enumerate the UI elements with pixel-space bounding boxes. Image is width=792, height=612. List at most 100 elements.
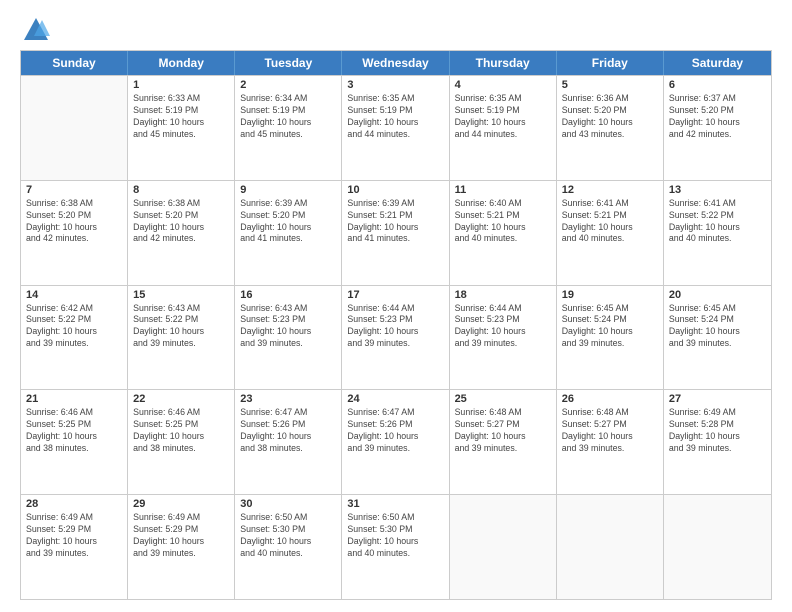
daylight-text: Daylight: 10 hours (455, 222, 526, 232)
sunset-text: Sunset: 5:23 PM (240, 314, 305, 324)
page: SundayMondayTuesdayWednesdayThursdayFrid… (0, 0, 792, 612)
daylight-text: Daylight: 10 hours (26, 536, 97, 546)
cell-info: Sunrise: 6:40 AMSunset: 5:21 PMDaylight:… (455, 198, 551, 246)
sunrise-text: Sunrise: 6:38 AM (133, 198, 200, 208)
sunset-text: Sunset: 5:29 PM (26, 524, 91, 534)
daylight-text: Daylight: 10 hours (133, 326, 204, 336)
calendar-cell: 24Sunrise: 6:47 AMSunset: 5:26 PMDayligh… (342, 390, 449, 494)
header-day-wednesday: Wednesday (342, 51, 449, 75)
sunset-text: Sunset: 5:29 PM (133, 524, 198, 534)
calendar-header: SundayMondayTuesdayWednesdayThursdayFrid… (21, 51, 771, 75)
day-number: 19 (562, 289, 658, 301)
header (20, 16, 772, 40)
sunset-text: Sunset: 5:19 PM (240, 105, 305, 115)
sunset-text: Sunset: 5:28 PM (669, 419, 734, 429)
cell-info: Sunrise: 6:49 AMSunset: 5:28 PMDaylight:… (669, 407, 766, 455)
calendar-cell: 13Sunrise: 6:41 AMSunset: 5:22 PMDayligh… (664, 181, 771, 285)
sunset-text: Sunset: 5:20 PM (240, 210, 305, 220)
sunset-text: Sunset: 5:23 PM (347, 314, 412, 324)
daylight-text: Daylight: 10 hours (347, 117, 418, 127)
sunset-text: Sunset: 5:21 PM (562, 210, 627, 220)
daylight-text-2: and 44 minutes. (455, 129, 518, 139)
daylight-text: Daylight: 10 hours (562, 326, 633, 336)
daylight-text-2: and 41 minutes. (347, 233, 410, 243)
daylight-text: Daylight: 10 hours (669, 117, 740, 127)
daylight-text: Daylight: 10 hours (26, 222, 97, 232)
sunset-text: Sunset: 5:22 PM (26, 314, 91, 324)
daylight-text: Daylight: 10 hours (240, 536, 311, 546)
calendar-cell: 15Sunrise: 6:43 AMSunset: 5:22 PMDayligh… (128, 286, 235, 390)
daylight-text: Daylight: 10 hours (347, 536, 418, 546)
sunset-text: Sunset: 5:27 PM (562, 419, 627, 429)
daylight-text: Daylight: 10 hours (133, 117, 204, 127)
calendar-cell: 22Sunrise: 6:46 AMSunset: 5:25 PMDayligh… (128, 390, 235, 494)
daylight-text: Daylight: 10 hours (455, 326, 526, 336)
day-number: 17 (347, 289, 443, 301)
daylight-text: Daylight: 10 hours (562, 222, 633, 232)
calendar-cell: 9Sunrise: 6:39 AMSunset: 5:20 PMDaylight… (235, 181, 342, 285)
header-day-monday: Monday (128, 51, 235, 75)
calendar-cell (557, 495, 664, 599)
sunset-text: Sunset: 5:19 PM (133, 105, 198, 115)
sunrise-text: Sunrise: 6:34 AM (240, 93, 307, 103)
day-number: 29 (133, 498, 229, 510)
sunrise-text: Sunrise: 6:41 AM (562, 198, 629, 208)
daylight-text-2: and 39 minutes. (455, 443, 518, 453)
sunset-text: Sunset: 5:30 PM (240, 524, 305, 534)
sunrise-text: Sunrise: 6:50 AM (240, 512, 307, 522)
calendar-cell: 31 Sunrise: 6:50 AMSunset: 5:30 PMDayligh… (342, 495, 449, 599)
day-number: 28 (26, 498, 122, 510)
calendar-cell: 30Sunrise: 6:50 AMSunset: 5:30 PMDayligh… (235, 495, 342, 599)
calendar-cell: 10Sunrise: 6:39 AMSunset: 5:21 PMDayligh… (342, 181, 449, 285)
sunrise-text: Sunrise: 6:47 AM (240, 407, 307, 417)
day-number: 14 (26, 289, 122, 301)
daylight-text: Daylight: 10 hours (240, 222, 311, 232)
day-number: 2 (240, 79, 336, 91)
day-number: 22 (133, 393, 229, 405)
cell-info: Sunrise: 6:34 AMSunset: 5:19 PMDaylight:… (240, 93, 336, 141)
day-number: 5 (562, 79, 658, 91)
sunrise-text: Sunrise: 6:48 AM (562, 407, 629, 417)
daylight-text: Daylight: 10 hours (347, 222, 418, 232)
day-number: 8 (133, 184, 229, 196)
sunrise-text: Sunrise: 6:45 AM (669, 303, 736, 313)
calendar-cell: 23Sunrise: 6:47 AMSunset: 5:26 PMDayligh… (235, 390, 342, 494)
cell-info: Sunrise: 6:50 AMSunset: 5:30 PMDaylight:… (347, 512, 443, 560)
daylight-text: Daylight: 10 hours (669, 326, 740, 336)
sunrise-text: Sunrise: 6:49 AM (669, 407, 736, 417)
sunrise-text: Sunrise: 6:44 AM (455, 303, 522, 313)
sunrise-text: Sunrise: 6:38 AM (26, 198, 93, 208)
sunrise-text: Sunrise: 6:42 AM (26, 303, 93, 313)
sunrise-text: Sunrise: 6:36 AM (562, 93, 629, 103)
sunset-text: Sunset: 5:26 PM (347, 419, 412, 429)
sunset-text: Sunset: 5:22 PM (133, 314, 198, 324)
sunset-text: Sunset: 5:20 PM (26, 210, 91, 220)
daylight-text-2: and 44 minutes. (347, 129, 410, 139)
header-day-thursday: Thursday (450, 51, 557, 75)
cell-info: Sunrise: 6:45 AMSunset: 5:24 PMDaylight:… (669, 303, 766, 351)
daylight-text: Daylight: 10 hours (240, 326, 311, 336)
calendar: SundayMondayTuesdayWednesdayThursdayFrid… (20, 50, 772, 600)
calendar-cell: 20 Sunrise: 6:45 AMSunset: 5:24 PMDayligh… (664, 286, 771, 390)
sunset-text: Sunset: 5:20 PM (133, 210, 198, 220)
daylight-text-2: and 39 minutes. (669, 338, 732, 348)
daylight-text-2: and 41 minutes. (240, 233, 303, 243)
day-number: 1 (133, 79, 229, 91)
daylight-text: Daylight: 10 hours (455, 117, 526, 127)
day-number: 6 (669, 79, 766, 91)
sunrise-text: Sunrise: 6:45 AM (562, 303, 629, 313)
calendar-cell: 17Sunrise: 6:44 AMSunset: 5:23 PMDayligh… (342, 286, 449, 390)
day-number: 20 (669, 289, 766, 301)
calendar-cell (664, 495, 771, 599)
daylight-text-2: and 40 minutes. (455, 233, 518, 243)
day-number: 9 (240, 184, 336, 196)
calendar-cell: 2Sunrise: 6:34 AMSunset: 5:19 PMDaylight… (235, 76, 342, 180)
daylight-text-2: and 38 minutes. (240, 443, 303, 453)
sunset-text: Sunset: 5:23 PM (455, 314, 520, 324)
daylight-text-2: and 39 minutes. (26, 338, 89, 348)
header-day-tuesday: Tuesday (235, 51, 342, 75)
daylight-text-2: and 40 minutes. (562, 233, 625, 243)
day-number: 31 (347, 498, 443, 510)
day-number: 18 (455, 289, 551, 301)
cell-info: Sunrise: 6:43 AMSunset: 5:23 PMDaylight:… (240, 303, 336, 351)
